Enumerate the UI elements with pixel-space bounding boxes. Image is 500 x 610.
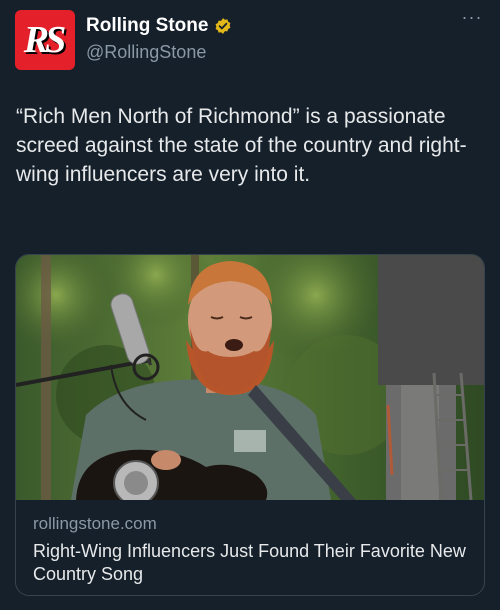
link-card[interactable]: rollingstone.com Right-Wing Influencers … bbox=[15, 254, 485, 596]
more-options-button[interactable]: ··· bbox=[458, 7, 486, 34]
more-horizontal-icon: ··· bbox=[461, 7, 483, 27]
tweet: RS Rolling Stone @RollingStone ··· “Rich… bbox=[0, 0, 500, 610]
card-title[interactable]: Right-Wing Influencers Just Found Their … bbox=[33, 540, 473, 586]
tweet-text: “Rich Men North of Richmond” is a passio… bbox=[16, 105, 467, 186]
avatar-logo: RS bbox=[23, 19, 67, 61]
handle[interactable]: @RollingStone bbox=[86, 42, 206, 63]
card-domain[interactable]: rollingstone.com bbox=[33, 514, 157, 534]
photo-icon bbox=[16, 255, 484, 500]
display-name[interactable]: Rolling Stone bbox=[86, 15, 208, 37]
name-row: Rolling Stone bbox=[86, 15, 232, 37]
avatar[interactable]: RS bbox=[15, 10, 75, 70]
card-image[interactable] bbox=[16, 255, 484, 500]
verified-badge-icon bbox=[216, 18, 231, 34]
